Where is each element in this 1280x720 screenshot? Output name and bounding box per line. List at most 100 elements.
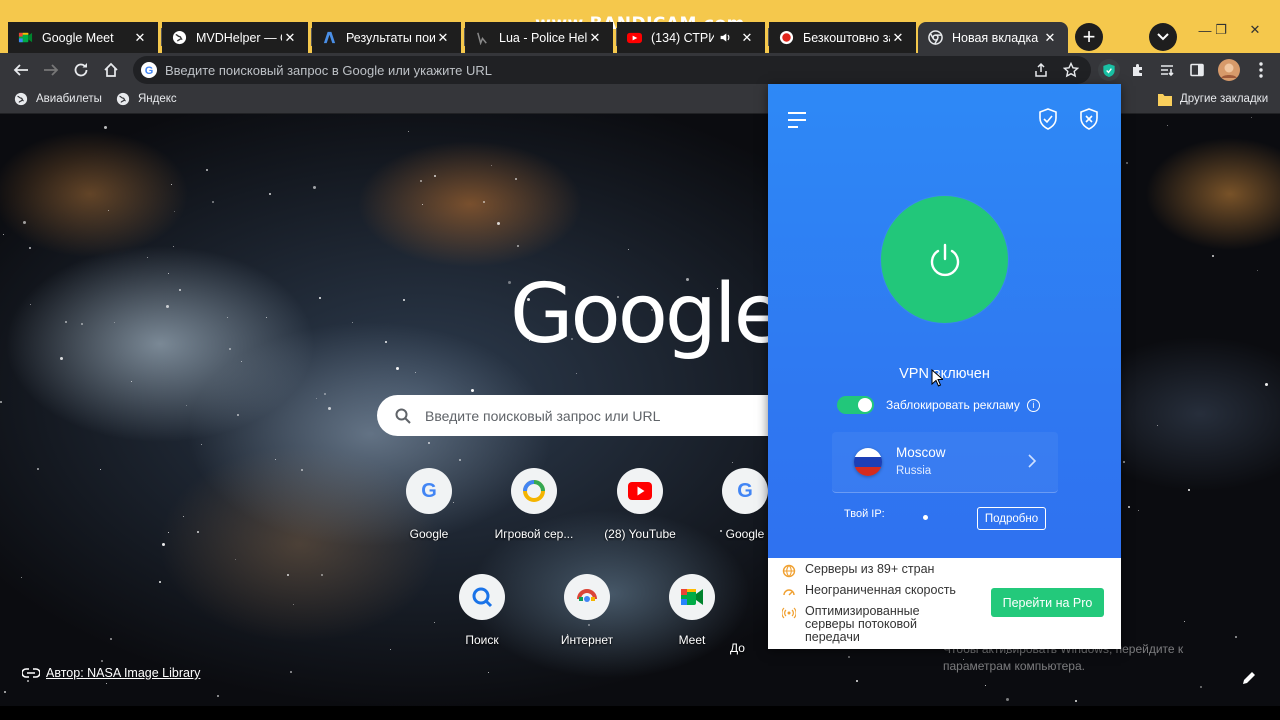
shortcut-search[interactable]: Поиск [437,574,527,647]
puzzle-icon [1133,64,1142,76]
close-icon[interactable]: ✕ [282,30,298,46]
server-location-selector[interactable]: Moscow Russia [832,432,1058,493]
star [488,672,489,673]
bookmark-label: Яндекс [138,93,177,105]
shortcut-label: Meet [678,633,706,647]
ad-block-label: Заблокировать рекламу [886,398,1020,412]
reading-list-button[interactable] [1156,59,1178,81]
forward-button[interactable] [39,58,63,82]
star [483,201,485,203]
hamburger-menu-icon[interactable] [787,111,807,129]
info-icon[interactable]: i [1026,398,1040,412]
search-icon [459,574,505,620]
star [1138,510,1139,511]
reload-button[interactable] [69,58,93,82]
shortcut-youtube[interactable]: (28) YouTube [595,468,685,541]
star [517,245,519,247]
profile-avatar[interactable] [1218,59,1240,81]
shortcut-google[interactable]: G Google [384,468,474,541]
folder-icon [1158,92,1172,106]
go-pro-button[interactable]: Перейти на Pro [991,588,1104,617]
speedometer-icon [783,589,795,596]
globe-icon [172,30,187,45]
star [183,516,184,517]
ad-block-toggle[interactable] [837,396,874,414]
star [1006,698,1009,701]
star [415,372,416,373]
star [227,317,228,318]
maximize-button[interactable]: ❐ [1206,20,1236,40]
star [1167,125,1168,126]
star [30,304,31,305]
shield-block-icon[interactable] [1078,107,1100,131]
feature-streaming: Оптимизированные серверы потоковой перед… [782,605,922,644]
details-button[interactable]: Подробно [977,507,1046,530]
customize-pencil-icon[interactable] [1240,669,1258,687]
bookmark-other-folder[interactable]: Другие закладки [1158,92,1268,106]
tab-search-results[interactable]: Результаты поиск ✕ [312,22,461,53]
feature-text: Неограниченная скорость [805,583,956,597]
tab-title: Lua - Police Helpe [499,30,587,45]
star [352,322,353,323]
plus-icon: + [1082,24,1096,49]
tab-lua-police-helper[interactable]: Lua - Police Helpe ✕ [465,22,613,53]
restore-icon: ❐ [1215,22,1227,37]
svg-text:G: G [145,65,154,77]
tab-search-button[interactable] [1149,23,1177,51]
tab-google-meet[interactable]: Google Meet ✕ [8,22,158,53]
bookmark-yandex[interactable]: Яндекс [116,92,177,106]
arrow-left-icon [13,64,28,76]
shortcut-internet[interactable]: Интернет [542,574,632,647]
close-icon[interactable]: ✕ [890,30,906,46]
feature-servers: Серверы из 89+ стран [782,563,934,578]
close-icon[interactable]: ✕ [132,30,148,46]
google-meet-icon [18,30,33,45]
star [27,680,29,682]
close-icon[interactable]: ✕ [435,30,451,46]
ip-label: Твой IP: [844,508,885,520]
share-icon[interactable] [1033,62,1049,78]
star-icon[interactable] [1063,62,1079,78]
star [235,559,236,560]
new-tab-button[interactable]: + [1075,23,1103,51]
tab-free-download[interactable]: Безкоштовно зав ✕ [769,22,916,53]
google-icon: G [141,62,157,78]
close-icon[interactable]: ✕ [1042,30,1058,46]
back-button[interactable] [9,58,33,82]
star [229,348,231,350]
star [1251,117,1252,118]
shortcut-meet[interactable]: Meet [647,574,737,647]
chrome-icon [564,574,610,620]
bookmark-aviabilety[interactable]: Авиабилеты [14,92,102,106]
close-icon[interactable]: ✕ [587,30,603,46]
star [162,543,165,546]
tab-mvdhelper[interactable]: MVDHelper — Оф ✕ [162,22,308,53]
tab-title: MVDHelper — Оф [196,30,282,45]
vpn-power-button[interactable] [881,196,1008,323]
star [293,604,294,605]
background-attribution-link[interactable]: Автор: NASA Image Library [22,666,200,680]
speaker-icon[interactable] [718,30,733,45]
vpn-status-text: VPN включен [899,366,990,382]
side-panel-button[interactable] [1186,59,1208,81]
star [324,393,326,395]
extensions-button[interactable] [1127,59,1149,81]
menu-button[interactable] [1250,59,1272,81]
close-icon[interactable]: ✕ [739,30,755,46]
youtube-icon [617,468,663,514]
star [1200,686,1202,688]
meet-icon [669,574,715,620]
vpn-extension-button[interactable] [1098,59,1120,81]
shortcut-game-server[interactable]: Игровой сер... [489,468,579,541]
tab-title: Безкоштовно зав [803,30,890,45]
home-button[interactable] [99,58,123,82]
tab-new-tab[interactable]: Новая вкладка ✕ [918,22,1068,53]
tab-youtube-stream[interactable]: (134) СТРИТ К ✕ [617,22,765,53]
ntp-search-placeholder: Введите поисковый запрос или URL [425,407,661,424]
game-server-icon [511,468,557,514]
ntp-search-box[interactable]: Введите поисковый запрос или URL [377,395,797,436]
close-window-button[interactable]: ✕ [1240,20,1270,40]
address-bar[interactable]: G Введите поисковый запрос в Google или … [133,56,1091,84]
shield-check-icon[interactable] [1037,107,1059,131]
shortcut-add[interactable]: До [730,574,768,655]
